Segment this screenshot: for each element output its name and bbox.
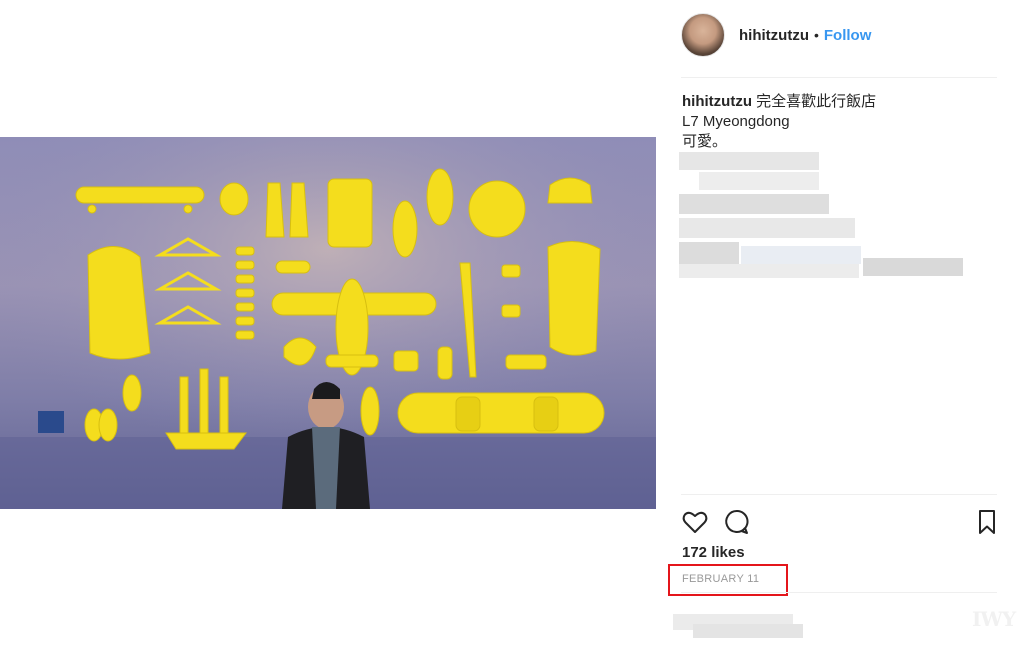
heart-icon[interactable]: [681, 508, 709, 536]
post-photo[interactable]: [0, 137, 656, 509]
post-actions: [681, 508, 997, 536]
post-side-panel: hihitzutzu • Follow hihitzutzu 完全喜歡此行飯店 …: [665, 0, 1024, 654]
photo-illustration: [0, 137, 656, 509]
caption-line-1: hihitzutzu 完全喜歡此行飯店: [682, 92, 1002, 112]
caption-text-2: L7 Myeongdong: [682, 113, 790, 130]
actions-divider: [681, 494, 997, 495]
comment-divider: [681, 592, 997, 593]
like-count[interactable]: 172 likes: [682, 544, 745, 561]
blurred-comment-field[interactable]: [673, 610, 873, 640]
header-separator: •: [813, 27, 819, 43]
caption-text-1: 完全喜歡此行飯店: [756, 93, 877, 110]
caption-text-3: 可愛。: [682, 133, 728, 150]
speech-bubble-icon[interactable]: [723, 508, 751, 536]
header-username[interactable]: hihitzutzu: [739, 27, 809, 44]
caption-username[interactable]: hihitzutzu: [682, 93, 752, 110]
post-header: hihitzutzu • Follow: [681, 12, 871, 58]
bookmark-icon[interactable]: [973, 508, 1001, 536]
blurred-caption: [679, 150, 979, 290]
avatar[interactable]: [681, 13, 725, 57]
post-caption: hihitzutzu 完全喜歡此行飯店 L7 Myeongdong 可愛。: [682, 92, 1002, 152]
follow-button[interactable]: Follow: [824, 27, 872, 44]
instagram-post-page: hihitzutzu • Follow hihitzutzu 完全喜歡此行飯店 …: [0, 0, 1024, 654]
watermark-logo: IWY: [972, 607, 1016, 631]
header-divider: [681, 77, 997, 78]
